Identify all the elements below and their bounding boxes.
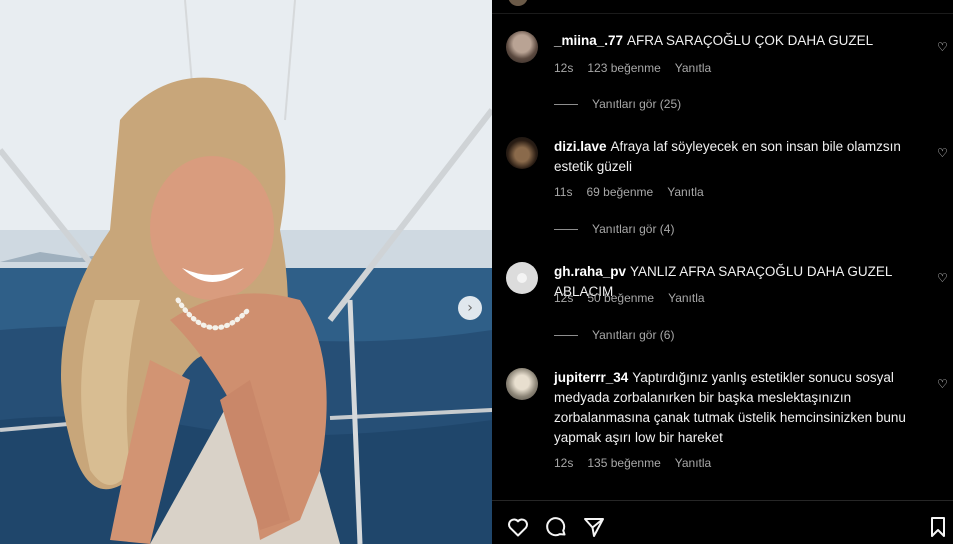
comment-likes[interactable]: 123 beğenme <box>587 61 660 75</box>
comment-body: AFRA SARAÇOĞLU ÇOK DAHA GUZEL <box>627 33 874 48</box>
like-comment-icon[interactable]: ♡ <box>937 41 949 53</box>
carousel-next-button[interactable]: › <box>458 296 482 320</box>
comment-time: 11s <box>554 185 573 199</box>
view-replies-label: Yanıtları gör (4) <box>592 222 675 236</box>
like-comment-icon[interactable]: ♡ <box>937 378 949 390</box>
view-replies-label: Yanıtları gör (25) <box>592 97 682 111</box>
reply-button[interactable]: Yanıtla <box>667 185 703 199</box>
replies-dash <box>554 228 578 230</box>
comment-likes[interactable]: 135 beğenme <box>587 456 660 470</box>
heart-icon[interactable] <box>506 515 530 539</box>
comment-likes[interactable]: 69 beğenme <box>586 185 653 199</box>
reply-button[interactable]: Yanıtla <box>675 61 711 75</box>
comment-username[interactable]: _miina_.77 <box>554 33 623 48</box>
comment-text: jupiterrr_34 Yaptırdığınız yanlış estetik… <box>554 368 906 448</box>
bookmark-icon[interactable] <box>926 515 950 539</box>
view-replies-button[interactable]: Yanıtları gör (25) <box>554 97 681 111</box>
comment-username[interactable]: jupiterrr_34 <box>554 370 628 385</box>
like-comment-icon[interactable]: ♡ <box>937 272 949 284</box>
comment-meta: 12s 135 beğenme Yanıtla <box>554 456 711 470</box>
post-actions-bar <box>492 500 953 544</box>
replies-dash <box>554 334 578 336</box>
view-replies-button[interactable]: Yanıtları gör (4) <box>554 222 674 236</box>
replies-dash <box>554 103 578 105</box>
comment-likes[interactable]: 50 beğenme <box>587 291 654 305</box>
like-comment-icon[interactable]: ♡ <box>937 147 949 159</box>
avatar[interactable] <box>506 137 538 169</box>
send-icon[interactable] <box>582 515 606 539</box>
comment-time: 12s <box>554 61 574 75</box>
reply-button[interactable]: Yanıtla <box>675 456 711 470</box>
post-photo-illustration <box>0 0 492 544</box>
comment-text: _miina_.77 AFRA SARAÇOĞLU ÇOK DAHA GUZEL <box>554 31 906 51</box>
avatar[interactable] <box>506 368 538 400</box>
view-replies-button[interactable]: Yanıtları gör (6) <box>554 328 674 342</box>
comment-username[interactable]: dizi.lave <box>554 139 607 154</box>
reply-button[interactable]: Yanıtla <box>668 291 704 305</box>
comment-meta: 12s 123 beğenme Yanıtla <box>554 61 711 75</box>
chevron-right-icon: › <box>467 300 473 316</box>
comment-icon[interactable] <box>544 515 568 539</box>
comment-time: 12s <box>554 456 574 470</box>
comment-username[interactable]: gh.raha_pv <box>554 264 626 279</box>
avatar[interactable] <box>506 31 538 63</box>
comment-meta: 12s 50 beğenme Yanıtla <box>554 291 705 305</box>
post-image: › <box>0 0 492 544</box>
default-avatar-icon <box>517 273 527 283</box>
comments-panel: _miina_.77 AFRA SARAÇOĞLU ÇOK DAHA GUZEL … <box>492 0 953 544</box>
view-replies-label: Yanıtları gör (6) <box>592 328 675 342</box>
divider <box>492 13 953 14</box>
comment-meta: 11s 69 beğenme Yanıtla <box>554 185 704 199</box>
comment-text: dizi.lave Afraya laf söyleyecek en son in… <box>554 137 906 177</box>
post-author-avatar[interactable] <box>508 0 528 6</box>
comment-time: 12s <box>554 291 574 305</box>
avatar[interactable] <box>506 262 538 294</box>
